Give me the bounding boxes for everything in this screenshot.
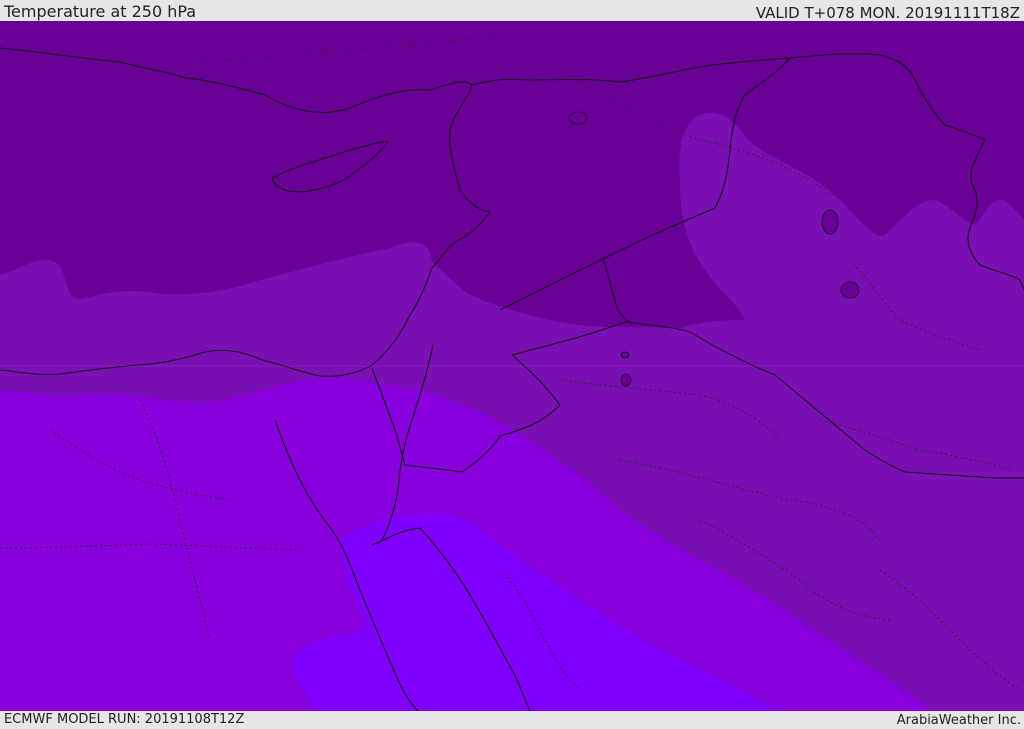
- map-canvas[interactable]: [0, 21, 1024, 711]
- map-svg: [0, 21, 1024, 711]
- map-frame: Temperature at 250 hPa VALID T+078 MON. …: [0, 0, 1024, 729]
- dark-spot-jordan: [620, 373, 632, 387]
- valid-time: VALID T+078 MON. 20191111T18Z: [755, 4, 1020, 22]
- footer-bar: ECMWF MODEL RUN: 20191108T12Z ArabiaWeat…: [0, 711, 1024, 729]
- lake-assad: [568, 111, 588, 125]
- brand-label: ArabiaWeather Inc.: [896, 713, 1021, 728]
- dark-spot-small: [620, 351, 630, 359]
- header-bar: Temperature at 250 hPa VALID T+078 MON. …: [0, 0, 1024, 22]
- lake-tharthar: [821, 209, 839, 235]
- map-title: Temperature at 250 hPa: [4, 2, 197, 21]
- lake-habbaniyah: [840, 281, 860, 299]
- model-run-label: ECMWF MODEL RUN: 20191108T12Z: [4, 712, 245, 727]
